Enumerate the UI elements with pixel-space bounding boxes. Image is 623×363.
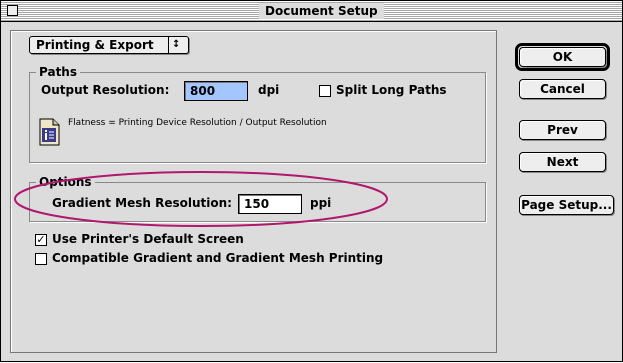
gradient-mesh-resolution-input[interactable]: 150 <box>238 194 302 214</box>
document-setup-window: Document Setup Printing & Export ↕ Paths… <box>0 0 623 362</box>
paths-group-title: Paths <box>36 65 80 79</box>
output-resolution-label: Output Resolution: <box>41 83 170 97</box>
next-button[interactable]: Next <box>519 152 606 172</box>
section-popup-label: Printing & Export <box>36 38 154 52</box>
page-setup-button[interactable]: Page Setup... <box>519 195 614 215</box>
cancel-button[interactable]: Cancel <box>519 79 606 99</box>
close-box-icon[interactable] <box>7 5 18 16</box>
output-resolution-input[interactable]: 800 <box>184 81 248 101</box>
prev-button[interactable]: Prev <box>519 120 606 140</box>
ok-button[interactable]: OK <box>519 47 606 67</box>
section-popup-menu[interactable]: Printing & Export ↕ <box>29 36 189 54</box>
popup-divider <box>168 37 169 53</box>
compatible-gradient-label[interactable]: Compatible Gradient and Gradient Mesh Pr… <box>52 250 383 266</box>
document-info-icon <box>39 118 60 146</box>
compatible-gradient-checkbox[interactable] <box>35 253 47 265</box>
gradient-mesh-resolution-label: Gradient Mesh Resolution: <box>52 196 232 210</box>
split-long-paths-checkbox[interactable] <box>319 85 331 97</box>
use-printer-screen-checkbox[interactable]: ✓ <box>35 234 47 246</box>
up-down-arrows-icon: ↕ <box>172 39 181 50</box>
title-bar[interactable]: Document Setup <box>1 1 622 22</box>
window-title: Document Setup <box>259 3 384 19</box>
use-printer-screen-label[interactable]: Use Printer's Default Screen <box>52 231 244 247</box>
gradient-mesh-resolution-unit: ppi <box>310 196 332 210</box>
output-resolution-unit: dpi <box>258 83 280 97</box>
flatness-note: Flatness = Printing Device Resolution / … <box>68 118 327 128</box>
options-group-title: Options <box>36 175 95 189</box>
split-long-paths-label[interactable]: Split Long Paths <box>336 82 447 98</box>
